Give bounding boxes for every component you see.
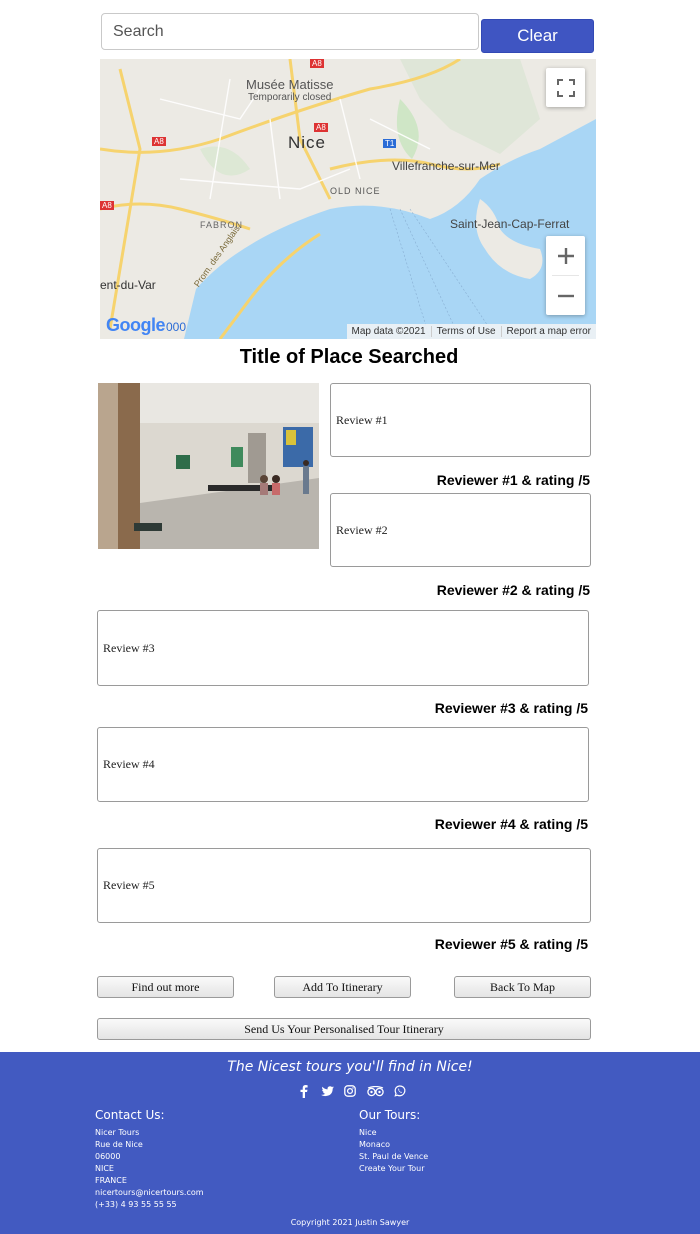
map-label-musee-matisse: Musée Matisse	[246, 77, 334, 92]
contact-line: Rue de Nice	[95, 1140, 143, 1149]
site-footer: The Nicest tours you'll find in Nice! Co…	[0, 1052, 700, 1234]
map-data-text: Map data ©2021	[351, 326, 426, 337]
contact-heading: Contact Us:	[95, 1108, 165, 1122]
review-box-5: Review #5	[97, 848, 591, 923]
review-box-4: Review #4	[97, 727, 589, 802]
page-title: Title of Place Searched	[239, 346, 459, 368]
contact-line: FRANCE	[95, 1176, 127, 1185]
zoom-in-button[interactable]	[546, 236, 585, 275]
twitter-icon[interactable]	[320, 1084, 334, 1098]
find-out-more-button[interactable]: Find out more	[97, 976, 234, 998]
contact-list: Nicer Tours Rue de Nice 06000 NICE FRANC…	[95, 1127, 204, 1211]
fullscreen-button[interactable]	[546, 68, 585, 107]
tour-link-monaco[interactable]: Monaco	[359, 1139, 428, 1151]
whatsapp-icon[interactable]	[393, 1084, 407, 1098]
plus-icon	[557, 247, 574, 264]
review-box-3: Review #3	[97, 610, 589, 686]
tour-link-create[interactable]: Create Your Tour	[359, 1163, 428, 1175]
tours-heading: Our Tours:	[359, 1108, 421, 1122]
map-label-villefranche: Villefranche-sur-Mer	[392, 159, 500, 173]
map-footer: Map data ©2021 Terms of Use Report a map…	[346, 324, 596, 339]
map-label-nice: Nice	[288, 133, 327, 152]
map-canvas[interactable]	[100, 59, 596, 339]
reviewer-3: Reviewer #3 & rating /5	[434, 700, 588, 716]
facebook-icon[interactable]	[297, 1084, 311, 1098]
map-label-a8-mid: A8	[314, 123, 328, 132]
contact-phone: (+33) 4 93 55 55 55	[95, 1200, 177, 1209]
map-label-closed: Temporarily closed	[248, 92, 332, 103]
review-box-2: Review #2	[330, 493, 591, 567]
tour-link-st-paul[interactable]: St. Paul de Vence	[359, 1151, 428, 1163]
send-itinerary-button[interactable]: Send Us Your Personalised Tour Itinerary	[97, 1018, 591, 1040]
copyright: Copyright 2021 Justin Sawyer	[290, 1218, 410, 1227]
zoom-control	[546, 236, 585, 315]
contact-email-link[interactable]: nicertours@nicertours.com	[95, 1187, 204, 1199]
map-label-a8-edge: A8	[100, 201, 114, 210]
report-map-error-link[interactable]: Report a map error	[500, 326, 596, 337]
contact-line: 06000	[95, 1152, 121, 1161]
contact-line: Nicer Tours	[95, 1128, 140, 1137]
reviewer-1: Reviewer #1 & rating /5	[436, 472, 590, 488]
fullscreen-icon	[556, 78, 575, 97]
map-label-var: ent-du-Var	[100, 278, 156, 292]
place-photo	[98, 383, 319, 549]
reviewer-2: Reviewer #2 & rating /5	[436, 582, 590, 598]
clear-button[interactable]: Clear	[481, 19, 594, 53]
reviewer-4: Reviewer #4 & rating /5	[434, 816, 588, 832]
tripadvisor-icon[interactable]	[366, 1084, 384, 1098]
zoom-out-button[interactable]	[546, 276, 585, 315]
contact-line: NICE	[95, 1164, 114, 1173]
map[interactable]: Musée Matisse Temporarily closed Nice Vi…	[100, 59, 596, 339]
instagram-icon[interactable]	[343, 1084, 357, 1098]
map-label-saint-jean: Saint-Jean-Cap-Ferrat	[450, 217, 570, 231]
social-links	[297, 1084, 407, 1098]
search-input[interactable]	[101, 13, 479, 50]
review-box-1: Review #1	[330, 383, 591, 457]
google-logo: Google	[106, 315, 166, 335]
back-to-map-button[interactable]: Back To Map	[454, 976, 591, 998]
add-to-itinerary-button[interactable]: Add To Itinerary	[274, 976, 411, 998]
reviewer-5: Reviewer #5 & rating /5	[434, 936, 588, 952]
map-label-a8-top: A8	[310, 59, 324, 68]
map-label-a8-left: A8	[152, 137, 166, 146]
map-label-old-nice: OLD NICE	[330, 186, 381, 196]
map-label-code: 000	[166, 320, 187, 334]
map-label-t1: T1	[383, 139, 397, 148]
tour-link-nice[interactable]: Nice	[359, 1127, 428, 1139]
footer-tagline: The Nicest tours you'll find in Nice!	[227, 1059, 473, 1075]
minus-icon	[557, 294, 574, 297]
tours-list: Nice Monaco St. Paul de Vence Create You…	[359, 1127, 428, 1175]
terms-of-use-link[interactable]: Terms of Use	[430, 326, 501, 337]
